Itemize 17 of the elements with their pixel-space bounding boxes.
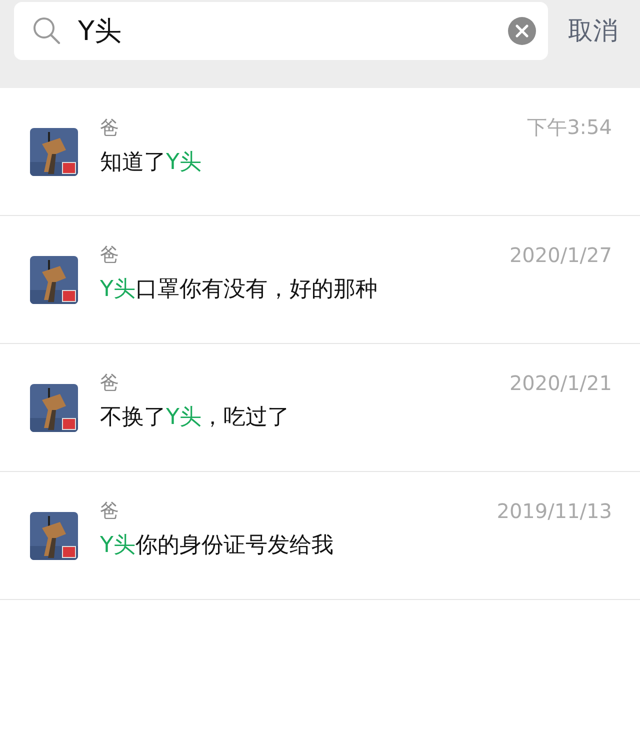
message-text[interactable]: Y头你的身份证号发给我 bbox=[100, 530, 612, 560]
message-text[interactable]: 不换了Y头，吃过了 bbox=[100, 402, 612, 432]
contact-name: 爸 bbox=[100, 243, 119, 268]
cancel-button[interactable]: 取消 bbox=[568, 14, 618, 47]
search-icon bbox=[32, 16, 62, 46]
message-text[interactable]: Y头口罩你有没有，好的那种 bbox=[100, 274, 612, 304]
contact-name: 爸 bbox=[100, 116, 119, 140]
message-time: 2019/11/13 bbox=[496, 499, 612, 523]
message-time: 2020/1/27 bbox=[509, 243, 612, 267]
message-text[interactable]: 知道了Y头 bbox=[100, 147, 612, 177]
search-field[interactable]: Y头 bbox=[14, 2, 548, 60]
search-input[interactable]: Y头 bbox=[76, 14, 494, 48]
message-time: 2020/1/21 bbox=[509, 371, 612, 395]
message-time: 下午3:54 bbox=[527, 114, 612, 141]
clear-icon[interactable] bbox=[508, 17, 536, 45]
contact-name: 爸 bbox=[100, 499, 119, 524]
contact-name: 爸 bbox=[100, 371, 119, 396]
